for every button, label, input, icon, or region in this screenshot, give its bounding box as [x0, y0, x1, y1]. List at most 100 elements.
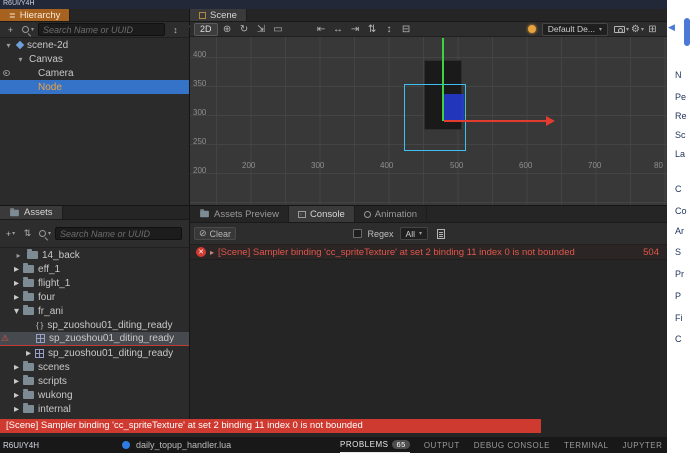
scene-light-toggle-icon[interactable] [527, 25, 536, 33]
tab-assets-preview-label: Assets Preview [214, 208, 279, 220]
caret-right-icon[interactable]: ▸ [14, 264, 19, 275]
log-filter-dropdown[interactable]: All ▾ [399, 227, 428, 240]
tab-problems[interactable]: PROBLEMS 65 [340, 438, 410, 453]
move-tool-icon[interactable]: ⊕ [220, 24, 235, 35]
caret-down-icon[interactable]: ▾ [16, 55, 25, 64]
caret-down-icon[interactable]: ▾ [14, 306, 19, 317]
scene-tabbar: Scene [190, 9, 667, 22]
align-middle-icon[interactable]: ↕ [382, 24, 397, 35]
scene-viewport[interactable]: 200 300 400 500 600 700 80 400 350 300 2… [190, 37, 667, 205]
folder-icon [23, 291, 35, 301]
inspector-fragment: S [675, 247, 682, 257]
asset-label: sp_zuoshou01_diting_ready [49, 333, 175, 344]
tab-jupyter[interactable]: JUPYTER [622, 441, 662, 450]
caret-right-icon[interactable]: ▸ [26, 348, 31, 359]
grid-toggle-icon[interactable]: ⊞ [646, 23, 659, 36]
asset-label: wukong [38, 389, 73, 401]
rect-tool-icon[interactable]: ▭ [271, 24, 286, 35]
assets-search-input[interactable] [55, 227, 182, 240]
expand-caret-icon[interactable]: ▸ [210, 248, 214, 257]
ruler-x-label: 80 [654, 161, 663, 170]
tab-hierarchy[interactable]: ≣ Hierarchy [0, 9, 71, 21]
snap-grid-icon[interactable]: ⊟ [399, 24, 414, 35]
camera-preset-dropdown[interactable]: Default De... ▾ [541, 22, 608, 36]
tab-assets[interactable]: Assets [0, 206, 63, 219]
scene-settings-button[interactable]: ⚙ ▾ [631, 23, 644, 36]
align-center-icon[interactable]: ↔ [331, 24, 346, 35]
caret-right-icon[interactable]: ▸ [14, 278, 19, 289]
tree-node-node-selected[interactable]: Node [0, 80, 189, 94]
asset-folder-row[interactable]: ▸ wukong [0, 388, 189, 402]
rotate-tool-icon[interactable]: ↻ [237, 24, 252, 35]
asset-folder-row[interactable]: ▸ four [0, 290, 189, 304]
hierarchy-search-filter-button[interactable]: ▾ [21, 23, 34, 36]
tab-assets-preview[interactable]: Assets Preview [190, 206, 289, 222]
vscode-panel-bar: R6UI/Y4H daily_topup_handler.lua PROBLEM… [0, 437, 667, 453]
folder-icon [23, 403, 35, 413]
scene-camera-button[interactable]: ▾ [613, 23, 629, 36]
inspector-fragment: La [675, 149, 686, 159]
folder-icon [23, 277, 35, 287]
gizmo-x-axis[interactable] [444, 120, 546, 122]
asset-folder-row[interactable]: ▸ flight_1 [0, 276, 189, 290]
distribute-vertical-icon[interactable]: ⇅ [365, 24, 380, 35]
search-icon [38, 229, 47, 239]
clear-log-button[interactable]: ⊘ Clear [194, 227, 237, 240]
tab-debug-console[interactable]: DEBUG CONSOLE [474, 441, 550, 450]
asset-json-row[interactable]: { } sp_zuoshou01_diting_ready [0, 318, 189, 332]
tree-node-scene-2d[interactable]: ▾ scene-2d [0, 38, 189, 52]
visibility-eye-icon[interactable] [3, 70, 10, 76]
open-log-file-button[interactable] [434, 227, 447, 240]
inspector-fragment: C [675, 334, 682, 344]
asset-atlas-row[interactable]: ▸ sp_zuoshou01_diting_ready [0, 346, 189, 360]
gizmo-x-axis-arrowhead[interactable] [546, 116, 555, 126]
tab-output[interactable]: OUTPUT [424, 441, 460, 450]
align-right-icon[interactable]: ⇥ [348, 24, 363, 35]
open-file-name[interactable]: daily_topup_handler.lua [136, 440, 231, 450]
scrollbar-thumb[interactable] [684, 18, 690, 46]
create-asset-button[interactable]: + ▾ [4, 227, 17, 240]
tree-node-canvas[interactable]: ▾ Canvas [0, 52, 189, 66]
asset-folder-row[interactable]: ▸ scripts [0, 374, 189, 388]
asset-folder-row[interactable]: ▸ eff_1 [0, 262, 189, 276]
asset-folder-row[interactable]: ▸ 14_back [0, 248, 189, 262]
assets-search-filter-button[interactable]: ▾ [38, 227, 51, 240]
ruler-y-label: 200 [193, 166, 207, 175]
align-left-icon[interactable]: ⇤ [314, 24, 329, 35]
tab-terminal[interactable]: TERMINAL [564, 441, 608, 450]
asset-folder-row[interactable]: ▸ scenes [0, 360, 189, 374]
console-error-row[interactable]: ✕ ▸ [Scene] Sampler binding 'cc_spriteTe… [190, 245, 667, 260]
chevron-down-icon: ▾ [47, 231, 51, 237]
folder-icon [200, 209, 209, 218]
tab-hierarchy-label: Hierarchy [19, 9, 61, 21]
caret-right-icon[interactable]: ▸ [14, 251, 23, 260]
tab-animation[interactable]: Animation [355, 206, 428, 222]
hierarchy-search-input[interactable] [38, 23, 165, 36]
asset-sprite-row-selected[interactable]: ⚠ sp_zuoshou01_diting_ready [0, 332, 189, 346]
regex-checkbox[interactable] [352, 229, 362, 238]
gear-icon: ⚙ [631, 23, 640, 35]
tab-console[interactable]: › Console [288, 206, 355, 222]
asset-folder-row[interactable]: ▸ internal [0, 402, 189, 416]
caret-right-icon[interactable]: ▸ [14, 292, 19, 303]
mode-2d-button[interactable]: 2D [194, 22, 218, 36]
inspector-fragment: Sc [675, 130, 686, 140]
scale-tool-icon[interactable]: ⇲ [254, 24, 269, 35]
sort-assets-icon[interactable]: ⇅ [21, 227, 34, 240]
caret-right-icon[interactable]: ▸ [14, 404, 19, 415]
cropped-inspector-strip: ◀ N Pe Re Sc La C Co Ar S Pr P Fi C [667, 0, 690, 453]
error-toast[interactable]: [Scene] Sampler binding 'cc_spriteTextur… [0, 419, 541, 433]
collapse-left-icon[interactable]: ◀ [668, 22, 675, 33]
caret-right-icon[interactable]: ▸ [14, 376, 19, 387]
tab-scene[interactable]: Scene [190, 9, 247, 21]
caret-right-icon[interactable]: ▸ [14, 362, 19, 373]
expand-collapse-all-icon[interactable]: ↕ [169, 23, 182, 36]
caret-down-icon[interactable]: ▾ [4, 41, 13, 50]
gizmo-y-axis[interactable] [442, 38, 444, 121]
tree-node-camera[interactable]: Camera [0, 66, 189, 80]
add-node-button[interactable]: + [4, 23, 17, 36]
asset-folder-row-expanded[interactable]: ▾ fr_ani [0, 304, 189, 318]
caret-right-icon[interactable]: ▸ [14, 390, 19, 401]
chevron-down-icon: ▾ [12, 231, 16, 237]
asset-label: scripts [38, 375, 67, 387]
